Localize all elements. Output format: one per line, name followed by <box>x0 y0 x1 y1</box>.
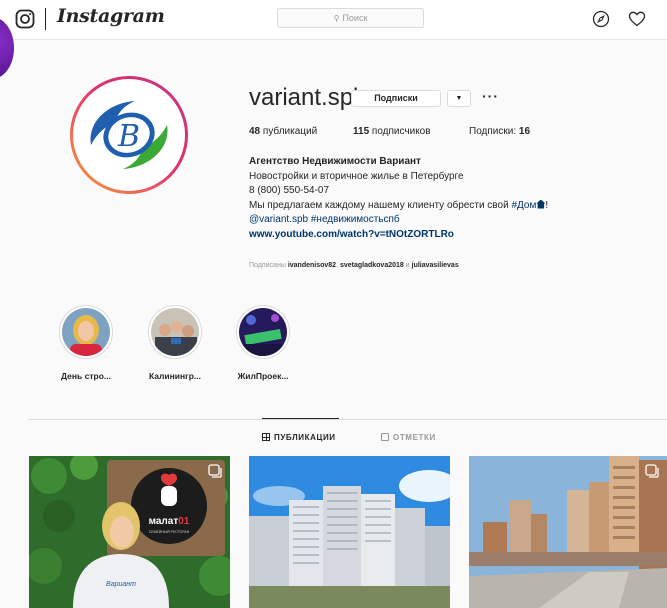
sign-subtitle: СЕМЕЙНЫЙ РЕСТОРАН <box>149 530 190 534</box>
following-label: Подписки: <box>469 126 517 137</box>
follower-username[interactable]: svetagladkova2018 <box>340 262 404 269</box>
bio-full-name: Агентство Недвижимости Вариант <box>249 156 421 167</box>
highlight-label: ЖилПроек... <box>237 371 289 381</box>
followed-by-line: Подписаны ivandenisov82, svetagladkova20… <box>249 262 459 269</box>
tab-posts[interactable]: ПУБЛИКАЦИИ <box>262 433 336 442</box>
followers-stat[interactable]: 115 подписчиков <box>353 126 431 137</box>
story-highlight[interactable]: Калинингр... <box>140 305 210 381</box>
profile-bio: Агентство Недвижимости Вариант Новострой… <box>249 155 629 242</box>
active-tab-indicator <box>262 418 339 419</box>
follower-username[interactable]: juliavasilievas <box>412 262 459 269</box>
house-emoji-icon <box>536 199 546 209</box>
post-image: малат01 СЕМЕЙНЫЙ РЕСТОРАН Вариант <box>29 456 230 608</box>
bio-line: Мы предлагаем каждому нашему клиенту обр… <box>249 199 629 214</box>
tagged-person-icon <box>381 433 389 441</box>
post-thumbnail[interactable] <box>469 456 667 608</box>
multiple-photos-icon <box>645 464 659 478</box>
mention-link[interactable]: @variant.spb <box>249 214 308 225</box>
profile-username: variant.spb <box>249 84 367 111</box>
story-highlight[interactable]: ЖилПроек... <box>228 305 298 381</box>
hashtag-link[interactable]: #Дом <box>511 200 536 211</box>
highlight-cover-image <box>239 308 287 356</box>
post-image <box>469 456 667 608</box>
follower-username[interactable]: ivandenisov82 <box>288 262 336 269</box>
followers-label: подписчиков <box>371 126 431 137</box>
sign-number: 01 <box>178 516 190 527</box>
shirt-text: Вариант <box>106 581 136 588</box>
multiple-photos-icon <box>208 464 222 478</box>
followed-by-prefix: Подписаны <box>249 262 286 269</box>
bio-website-link[interactable]: www.youtube.com/watch?v=tNOtZORTLRo <box>249 228 629 243</box>
tabs-divider <box>28 419 667 420</box>
post-image <box>249 456 450 608</box>
explore-compass-icon[interactable] <box>592 10 610 28</box>
following-stat[interactable]: Подписки: 16 <box>469 126 530 137</box>
bio-line: Новостройки и вторичное жилье в Петербур… <box>249 170 464 182</box>
activity-heart-icon[interactable] <box>628 10 646 28</box>
highlight-cover-ring <box>59 305 113 359</box>
profile-avatar-image: B <box>73 79 185 191</box>
variant-logo-icon: B <box>90 101 168 169</box>
highlight-cover-image <box>151 308 199 356</box>
nav-divider <box>45 8 46 30</box>
posts-count: 48 <box>249 126 261 137</box>
search-icon: ⚲ <box>333 14 340 23</box>
highlight-cover-image <box>62 308 110 356</box>
story-highlight[interactable]: День стро... <box>51 305 121 381</box>
top-navigation-bar: Instagram ⚲ Поиск <box>0 0 667 40</box>
search-placeholder: Поиск <box>342 13 368 23</box>
instagram-wordmark[interactable]: Instagram <box>57 5 165 27</box>
bio-text: ! <box>545 199 549 211</box>
conjunction: и <box>405 262 410 269</box>
posts-label: публикаций <box>262 126 318 137</box>
hashtag-link[interactable]: #недвижимостьспб <box>311 214 400 225</box>
following-count: 16 <box>518 126 531 137</box>
tab-tagged[interactable]: ОТМЕТКИ <box>381 433 436 442</box>
search-input[interactable]: ⚲ Поиск <box>277 8 424 28</box>
posts-count-stat: 48 публикаций <box>249 126 317 137</box>
sign-text: малат <box>149 516 179 527</box>
highlight-label: Калинингр... <box>149 371 201 381</box>
suggested-dropdown-button[interactable]: ▼ <box>447 90 471 107</box>
tab-posts-label: ПУБЛИКАЦИИ <box>274 433 336 442</box>
svg-text:малат01: малат01 <box>149 516 190 527</box>
post-thumbnail[interactable] <box>249 456 450 608</box>
bio-text: Мы предлагаем каждому нашему клиенту обр… <box>249 199 509 211</box>
highlight-cover-ring <box>236 305 290 359</box>
following-button[interactable]: Подписки <box>351 90 441 107</box>
more-options-button[interactable]: ··· <box>482 88 499 104</box>
tab-tagged-label: ОТМЕТКИ <box>393 433 436 442</box>
svg-text:B: B <box>117 119 140 154</box>
caret-down-icon: ▼ <box>455 95 463 102</box>
profile-avatar[interactable]: B <box>70 76 188 194</box>
instagram-camera-icon[interactable] <box>15 9 35 29</box>
bio-phone: 8 (800) 550-54-07 <box>249 185 330 196</box>
bio-line: @variant.spb #недвижимостьспб <box>249 213 629 228</box>
post-thumbnail[interactable]: малат01 СЕМЕЙНЫЙ РЕСТОРАН Вариант <box>29 456 230 608</box>
highlight-cover-ring <box>148 305 202 359</box>
highlight-label: День стро... <box>61 371 111 381</box>
grid-icon <box>262 433 270 441</box>
separator: , <box>336 262 339 269</box>
followers-count: 115 <box>353 126 370 137</box>
